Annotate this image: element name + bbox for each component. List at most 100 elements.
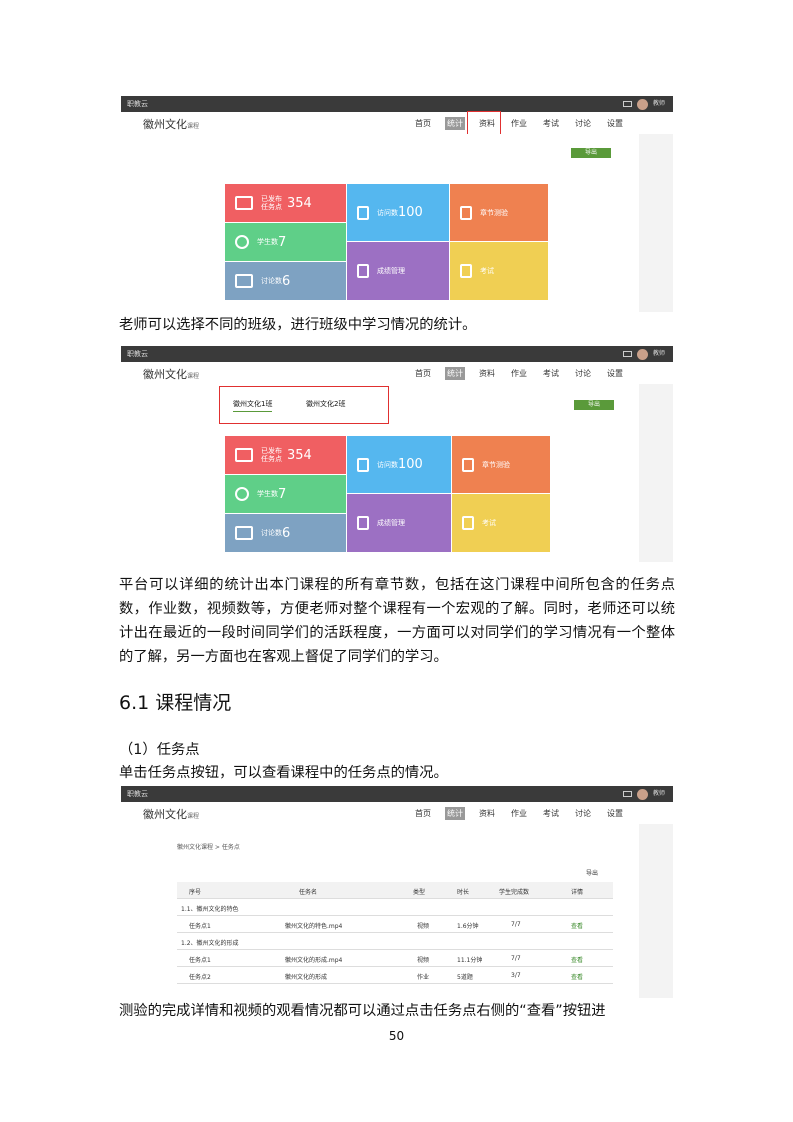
tab-settings[interactable]: 设置 bbox=[605, 367, 625, 380]
course-title: 徽州文化课程 bbox=[143, 808, 200, 821]
message-icon[interactable] bbox=[622, 101, 632, 107]
avatar[interactable] bbox=[636, 98, 648, 110]
content-area: 徽州文化1班 徽州文化2班 导出 已发布任务点 354 学生数 7 讨论数 6 访问数… bbox=[121, 384, 639, 562]
hourglass-icon bbox=[357, 457, 369, 472]
tab-exam[interactable]: 考试 bbox=[541, 367, 561, 380]
tile-visits[interactable]: 访问数 100 bbox=[347, 436, 451, 493]
paragraph-task-points: 单击任务点按钮，可以查看课程中的任务点的情况。 bbox=[119, 765, 448, 781]
tab-settings[interactable]: 设置 bbox=[605, 807, 625, 820]
tile-discussions[interactable]: 讨论数 6 bbox=[225, 262, 346, 300]
breadcrumb[interactable]: 徽州文化课程 > 任务点 bbox=[177, 842, 240, 851]
section-row: 1.2、徽州文化的形成 bbox=[177, 933, 613, 950]
nav-menu: 首页 统计 资料 作业 考试 讨论 设置 bbox=[413, 807, 625, 820]
course-title: 徽州文化课程 bbox=[143, 118, 200, 131]
tab-home[interactable]: 首页 bbox=[413, 367, 433, 380]
tile-chapter-quiz[interactable]: 章节测验 bbox=[452, 436, 550, 493]
table-row: 任务点2 徽州文化的形成 作业 5道题 3/7 查看 bbox=[177, 967, 613, 984]
tab-resources[interactable]: 资料 bbox=[477, 807, 497, 820]
avatar[interactable] bbox=[636, 348, 648, 360]
class-tab-2[interactable]: 徽州文化2班 bbox=[306, 399, 345, 409]
tile-students[interactable]: 学生数 7 bbox=[225, 475, 346, 513]
comment-icon bbox=[235, 526, 253, 540]
top-bar: 职教云 教师 bbox=[121, 96, 673, 112]
export-link[interactable]: 导出 bbox=[586, 868, 598, 877]
hourglass-icon bbox=[357, 205, 369, 220]
class-tab-1[interactable]: 徽州文化1班 bbox=[233, 399, 273, 412]
tile-chapter-quiz[interactable]: 章节测验 bbox=[450, 184, 548, 241]
calendar-icon bbox=[235, 448, 253, 462]
tab-stats[interactable]: 统计 bbox=[445, 367, 465, 380]
tile-visits[interactable]: 访问数 100 bbox=[347, 184, 449, 241]
screenshot-task-points: 职教云 教师 徽州文化课程 首页 统计 资料 作业 考试 讨论 设置 徽州文化课… bbox=[121, 786, 673, 998]
tab-exam[interactable]: 考试 bbox=[541, 807, 561, 820]
tab-stats[interactable]: 统计 bbox=[445, 117, 465, 130]
document-icon bbox=[460, 205, 472, 220]
user-name[interactable]: 教师 bbox=[653, 346, 665, 362]
view-button[interactable]: 查看 bbox=[571, 921, 583, 930]
avatar[interactable] bbox=[636, 788, 648, 800]
nav-menu: 首页 统计 资料 作业 考试 讨论 设置 bbox=[413, 367, 625, 380]
message-icon[interactable] bbox=[622, 791, 632, 797]
content-area: 徽州文化课程 > 任务点 导出 序号 任务名 类型 时长 学生完成数 详情 1.… bbox=[121, 824, 639, 998]
course-nav: 徽州文化课程 首页 统计 资料 作业 考试 讨论 设置 bbox=[121, 362, 673, 384]
tab-discussion[interactable]: 讨论 bbox=[573, 807, 593, 820]
nav-menu: 首页 统计 资料 作业 考试 讨论 设置 bbox=[413, 117, 625, 130]
tile-grades[interactable]: 成绩管理 bbox=[347, 494, 451, 552]
ruler-icon bbox=[462, 516, 474, 530]
message-icon[interactable] bbox=[622, 351, 632, 357]
view-button[interactable]: 查看 bbox=[571, 955, 583, 964]
export-button[interactable]: 导出 bbox=[574, 400, 614, 410]
content-area: 导出 已发布任务点 354 学生数 7 讨论数 6 访问数 100 成绩管理 章节测验 … bbox=[121, 134, 639, 312]
tile-exam[interactable]: 考试 bbox=[452, 494, 550, 552]
tab-homework[interactable]: 作业 bbox=[509, 807, 529, 820]
top-bar: 职教云 教师 bbox=[121, 346, 673, 362]
clipboard-icon bbox=[357, 516, 369, 530]
user-name[interactable]: 教师 bbox=[653, 786, 665, 802]
add-user-icon bbox=[235, 487, 249, 501]
tab-exam[interactable]: 考试 bbox=[541, 117, 561, 130]
tile-grades[interactable]: 成绩管理 bbox=[347, 242, 449, 300]
tile-published-tasks[interactable]: 已发布任务点 354 bbox=[225, 184, 346, 222]
tab-discussion[interactable]: 讨论 bbox=[573, 367, 593, 380]
user-name[interactable]: 教师 bbox=[653, 96, 665, 112]
tab-homework[interactable]: 作业 bbox=[509, 117, 529, 130]
page-number: 50 bbox=[388, 1029, 405, 1043]
app-title: 职教云 bbox=[127, 100, 148, 108]
screenshot-stats-overview: 职教云 教师 徽州文化课程 首页 统计 资料 作业 考试 讨论 设置 导出 已发… bbox=[121, 96, 673, 312]
tile-discussions[interactable]: 讨论数 6 bbox=[225, 514, 346, 552]
course-nav: 徽州文化课程 首页 统计 资料 作业 考试 讨论 设置 bbox=[121, 112, 673, 134]
comment-icon bbox=[235, 274, 253, 288]
paragraph-class-select: 老师可以选择不同的班级，进行班级中学习情况的统计。 bbox=[119, 317, 477, 333]
section-heading: 6.1 课程情况 bbox=[119, 692, 232, 714]
tab-stats[interactable]: 统计 bbox=[445, 807, 465, 820]
tile-students[interactable]: 学生数 7 bbox=[225, 223, 346, 261]
tab-resources[interactable]: 资料 bbox=[477, 367, 497, 380]
tab-discussion[interactable]: 讨论 bbox=[573, 117, 593, 130]
tab-home[interactable]: 首页 bbox=[413, 807, 433, 820]
tile-published-tasks[interactable]: 已发布任务点 354 bbox=[225, 436, 346, 474]
sub-heading: （1）任务点 bbox=[119, 742, 200, 758]
table-row: 任务点1 徽州文化的特色.mp4 视频 1.6分钟 7/7 查看 bbox=[177, 916, 613, 933]
app-title: 职教云 bbox=[127, 350, 148, 358]
add-user-icon bbox=[235, 235, 249, 249]
tile-exam[interactable]: 考试 bbox=[450, 242, 548, 300]
task-table: 序号 任务名 类型 时长 学生完成数 详情 1.1、徽州文化的特色 任务点1 徽… bbox=[177, 882, 613, 984]
view-button[interactable]: 查看 bbox=[571, 972, 583, 981]
tab-homework[interactable]: 作业 bbox=[509, 367, 529, 380]
export-button[interactable]: 导出 bbox=[571, 148, 611, 158]
table-header: 序号 任务名 类型 时长 学生完成数 详情 bbox=[177, 882, 613, 899]
section-row: 1.1、徽州文化的特色 bbox=[177, 899, 613, 916]
clipboard-icon bbox=[357, 264, 369, 278]
app-title: 职教云 bbox=[127, 790, 148, 798]
screenshot-class-stats: 职教云 教师 徽州文化课程 首页 统计 资料 作业 考试 讨论 设置 徽州文化1… bbox=[121, 346, 673, 562]
paragraph-stats-description: 平台可以详细的统计出本门课程的所有章节数，包括在这门课程中间所包含的任务点数，作… bbox=[119, 577, 675, 665]
tab-settings[interactable]: 设置 bbox=[605, 117, 625, 130]
ruler-icon bbox=[460, 264, 472, 278]
course-title: 徽州文化课程 bbox=[143, 368, 200, 381]
top-bar: 职教云 教师 bbox=[121, 786, 673, 802]
document-icon bbox=[462, 457, 474, 472]
tab-home[interactable]: 首页 bbox=[413, 117, 433, 130]
course-nav: 徽州文化课程 首页 统计 资料 作业 考试 讨论 设置 bbox=[121, 802, 673, 824]
calendar-icon bbox=[235, 196, 253, 210]
table-row: 任务点1 徽州文化的形成.mp4 视频 11.1分钟 7/7 查看 bbox=[177, 950, 613, 967]
